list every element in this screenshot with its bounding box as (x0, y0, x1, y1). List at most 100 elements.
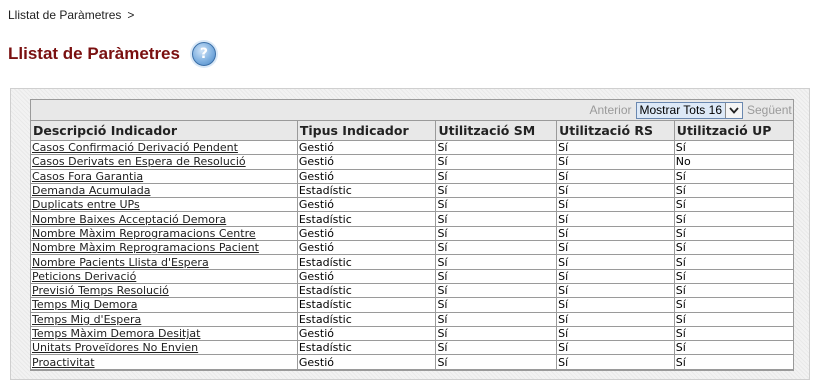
indicator-link[interactable]: Proactivitat (32, 356, 95, 369)
table-cell: Sí (435, 254, 558, 270)
column-header-utilitzacio-sm[interactable]: Utilització SM (435, 121, 558, 141)
table-cell: Sí (556, 340, 675, 356)
table-cell: Sí (674, 254, 793, 270)
table-cell: Sí (674, 183, 793, 199)
indicator-link[interactable]: Nombre Màxim Reprogramacions Centre (32, 227, 256, 240)
indicator-link[interactable]: Peticions Derivació (32, 270, 136, 283)
indicator-link[interactable]: Unitats Proveïdores No Envien (32, 341, 198, 354)
indicator-link[interactable]: Nombre Baixes Acceptació Demora (32, 213, 226, 226)
table-cell: Sí (674, 197, 793, 213)
table-cell: Sí (674, 354, 793, 370)
next-link[interactable]: Següent (747, 103, 793, 117)
indicator-cell: Proactivitat (31, 354, 298, 370)
table-row: Casos Derivats en Espera de Resolució Ges… (31, 154, 793, 170)
table-row: Nombre Pacients Llista d'Espera Estadísti… (31, 254, 793, 270)
table-cell: Gestió (297, 354, 437, 370)
indicator-cell: Temps Màxim Demora Desitjat (31, 326, 298, 342)
table-cell: Gestió (297, 140, 437, 156)
table-cell: Sí (556, 312, 675, 327)
column-header-utilitzacio-rs[interactable]: Utilització RS (556, 121, 675, 141)
table-cell: Sí (556, 354, 675, 370)
indicator-cell: Casos Confirmació Derivació Pendent (31, 140, 298, 156)
page-title: Llistat de Paràmetres (8, 44, 180, 63)
table-header-row: Descripció Indicador Tipus Indicador Uti… (31, 121, 793, 141)
table-cell: Sí (435, 169, 558, 184)
table-cell: Sí (556, 140, 675, 156)
indicator-link[interactable]: Previsió Temps Resolució (32, 284, 169, 297)
pager: Anterior Mostrar Tots 16 Següent (31, 100, 793, 121)
indicator-cell: Casos Fora Garantia (31, 169, 298, 184)
indicator-link[interactable]: Temps Màxim Demora Desitjat (32, 327, 200, 340)
chevron-down-icon[interactable] (725, 102, 742, 118)
table-cell: Sí (674, 312, 793, 327)
table-row: Casos Confirmació Derivació Pendent Gesti… (31, 140, 793, 156)
parameters-table-container: Anterior Mostrar Tots 16 Següent Descrip… (30, 99, 794, 371)
table-cell: Gestió (297, 169, 437, 184)
table-cell: Gestió (297, 226, 437, 242)
title-row: Llistat de Paràmetres ? (8, 42, 216, 66)
table-cell: Sí (435, 326, 558, 342)
table-cell: Sí (435, 340, 558, 356)
table-cell: Sí (435, 197, 558, 213)
table-cell: Sí (556, 154, 675, 170)
indicator-link[interactable]: Casos Fora Garantia (32, 170, 143, 183)
breadcrumb-item[interactable]: Llistat de Paràmetres (8, 8, 121, 22)
table-row: Casos Fora Garantia Gestió Sí Sí Sí (31, 169, 793, 184)
indicator-cell: Temps Mig Demora (31, 297, 298, 313)
page-size-select-value: Mostrar Tots 16 (639, 102, 722, 117)
indicator-link[interactable]: Nombre Màxim Reprogramacions Pacient (32, 241, 259, 254)
indicator-link[interactable]: Casos Derivats en Espera de Resolució (32, 155, 246, 168)
table-cell: Sí (556, 297, 675, 313)
table-cell: Estadístic (297, 254, 437, 270)
page-size-select[interactable]: Mostrar Tots 16 (635, 101, 743, 119)
indicator-link[interactable]: Casos Confirmació Derivació Pendent (32, 141, 238, 154)
table-row: Temps Màxim Demora Desitjat Gestió Sí Sí Sí (31, 326, 793, 342)
table-cell: Sí (674, 283, 793, 299)
indicator-cell: Temps Mig d'Espera (31, 312, 298, 327)
table-cell: Sí (435, 297, 558, 313)
table-cell: Sí (674, 211, 793, 227)
column-header-tipus[interactable]: Tipus Indicador (297, 121, 437, 141)
table-cell: Sí (556, 169, 675, 184)
table-cell: Sí (435, 154, 558, 170)
table-cell: Estadístic (297, 183, 437, 199)
indicator-link[interactable]: Temps Mig d'Espera (32, 313, 141, 326)
indicator-link[interactable]: Duplicats entre UPs (32, 198, 140, 211)
parameters-table: Descripció Indicador Tipus Indicador Uti… (31, 121, 793, 370)
table-cell: Sí (674, 240, 793, 256)
indicator-cell: Nombre Màxim Reprogramacions Centre (31, 226, 298, 242)
table-row: Previsió Temps Resolució Estadístic Sí Sí Sí (31, 283, 793, 299)
indicator-link[interactable]: Demanda Acumulada (32, 184, 150, 197)
table-cell: Sí (435, 183, 558, 199)
indicator-cell: Peticions Derivació (31, 269, 298, 284)
table-cell: Estadístic (297, 283, 437, 299)
table-cell: Sí (556, 254, 675, 270)
table-cell: Sí (556, 283, 675, 299)
indicator-cell: Casos Derivats en Espera de Resolució (31, 154, 298, 170)
table-cell: Sí (674, 340, 793, 356)
indicator-link[interactable]: Nombre Pacients Llista d'Espera (32, 256, 209, 269)
table-cell: Estadístic (297, 297, 437, 313)
table-cell: Sí (674, 326, 793, 342)
indicator-cell: Unitats Proveïdores No Envien (31, 340, 298, 356)
help-icon[interactable]: ? (191, 42, 216, 66)
table-cell: No (674, 154, 793, 170)
table-cell: Sí (674, 269, 793, 284)
indicator-link[interactable]: Temps Mig Demora (32, 298, 138, 311)
indicator-cell: Previsió Temps Resolució (31, 283, 298, 299)
table-cell: Sí (556, 240, 675, 256)
table-cell: Sí (556, 269, 675, 284)
table-cell: Sí (556, 226, 675, 242)
table-row: Nombre Màxim Reprogramacions Centre Gesti… (31, 226, 793, 242)
column-header-utilitzacio-up[interactable]: Utilització UP (674, 121, 793, 141)
table-row: Nombre Baixes Acceptació Demora Estadísti… (31, 211, 793, 227)
table-cell: Sí (435, 140, 558, 156)
table-cell: Sí (674, 169, 793, 184)
column-header-descripcio[interactable]: Descripció Indicador (31, 121, 298, 141)
table-cell: Gestió (297, 197, 437, 213)
help-glyph: ? (199, 46, 209, 62)
table-cell: Estadístic (297, 211, 437, 227)
table-row: Unitats Proveïdores No Envien Estadístic S… (31, 340, 793, 356)
indicator-cell: Demanda Acumulada (31, 183, 298, 199)
previous-link[interactable]: Anterior (589, 103, 631, 117)
